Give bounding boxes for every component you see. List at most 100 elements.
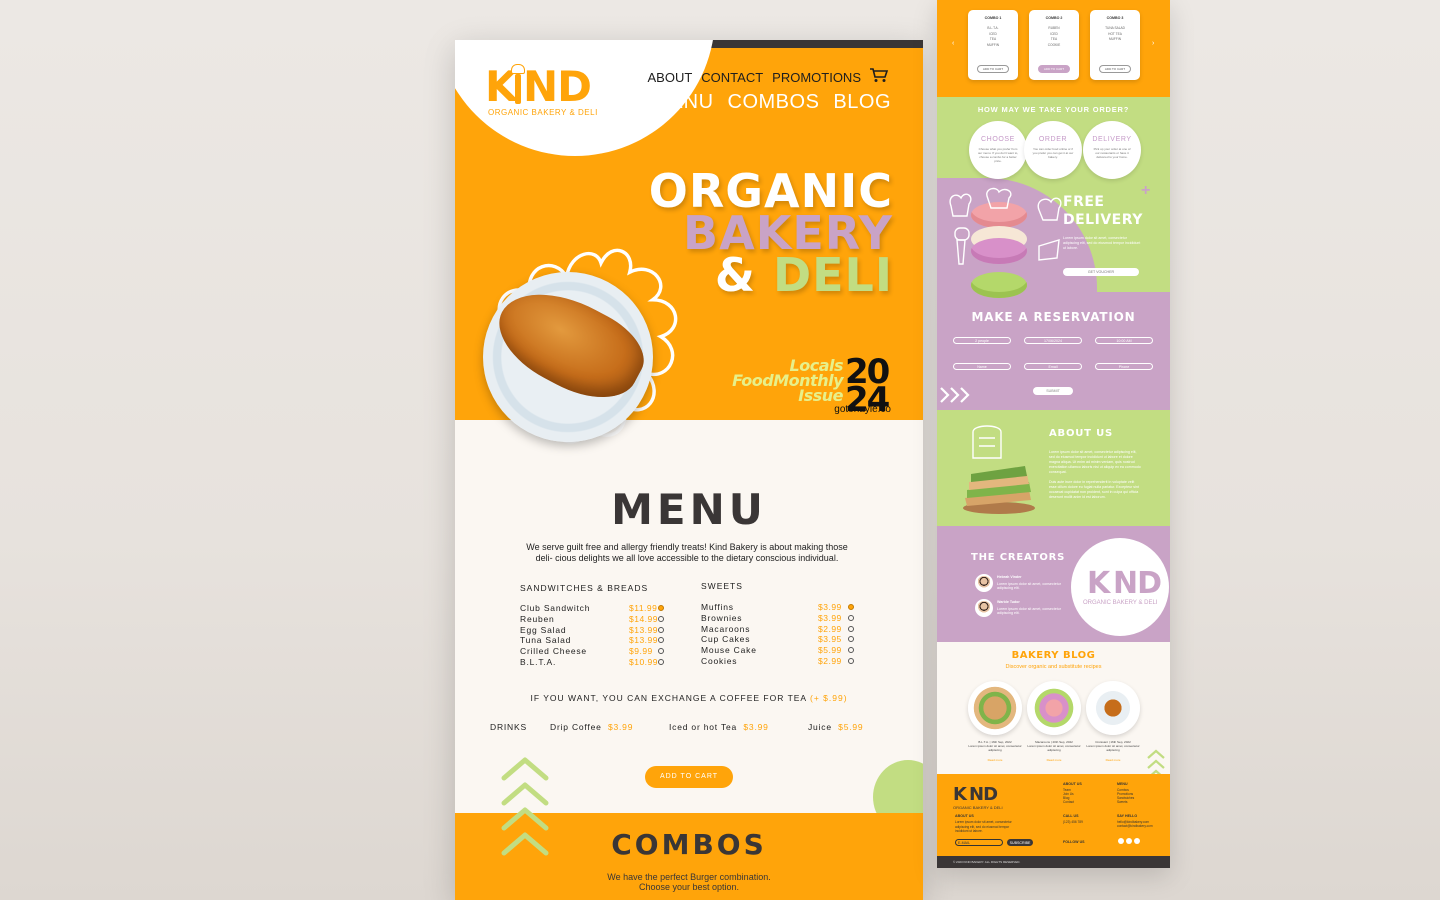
read-more-link[interactable]: Read more [1024, 758, 1084, 762]
menu-item-radio[interactable] [848, 658, 854, 664]
blog-image-blta[interactable] [968, 681, 1022, 735]
footer-follow-heading: FOLLOW US [1063, 840, 1085, 844]
nav-menu[interactable]: MENU [653, 91, 714, 114]
combo-add-to-cart-button[interactable]: ADD TO CART [1099, 65, 1131, 73]
step-choose: CHOOSE Choose what you prefer from our me… [969, 121, 1027, 179]
hero-title-deli: & DELI [715, 248, 893, 302]
drink-item[interactable]: Juice $5.99 [808, 722, 863, 732]
time-input[interactable]: 10:00 AM [1095, 337, 1153, 344]
about-paragraph: Lorem ipsum dolor sit amet, consectetur … [1049, 450, 1141, 474]
email-field[interactable]: Email [1024, 363, 1082, 370]
nav-blog[interactable]: BLOG [833, 91, 891, 114]
read-more-link[interactable]: Read more [1083, 758, 1143, 762]
cart-icon[interactable] [869, 67, 889, 83]
combo-card[interactable]: COMBO 2 RUBEN ICED TEA COOKIE ADD TO CART [1029, 10, 1079, 80]
menu-item-radio[interactable] [658, 637, 664, 644]
creator-desc: Lorem ipsum dolor sit amet, consectetur … [997, 582, 1061, 590]
read-more-link[interactable]: Read more [965, 758, 1025, 762]
issue-url[interactable]: gotohayle.co [834, 404, 891, 415]
get-voucher-button[interactable]: GET VOUCHER [1063, 268, 1139, 276]
combo-card-items: RUBEN ICED TEA COOKIE [1029, 26, 1079, 48]
logo-letters-nd: ND [523, 62, 592, 111]
step-desc: You can order food online or if you pref… [1032, 147, 1074, 159]
nav-about[interactable]: ABOUT [647, 70, 692, 85]
add-to-cart-button[interactable]: ADD TO CART [645, 766, 733, 788]
combo-card-items: TUNA SALAD HOT TEA MUFFIN [1090, 26, 1140, 43]
subscribe-button[interactable]: SUBSCRIBE [1007, 839, 1033, 846]
footer-link[interactable]: Contact [1063, 800, 1074, 805]
combo-card-item: MUFFIN [986, 42, 1000, 47]
free-delivery-title: FREE DELIVERY [1063, 193, 1143, 229]
people-select[interactable]: 2 people [953, 337, 1011, 344]
nav-contact[interactable]: CONTACT [701, 70, 763, 85]
submit-button[interactable]: SUBMIT [1033, 387, 1073, 395]
menu-item-radio[interactable] [658, 626, 664, 633]
issue-line-3: Issue [798, 386, 843, 405]
name-field[interactable]: Name [953, 363, 1011, 370]
date-input[interactable]: 17/06/2024 [1024, 337, 1082, 344]
nav-promotions[interactable]: PROMOTIONS [772, 70, 861, 85]
side-page-preview: ‹ › COMBO 1 B.L.T.A. ICED TEA MUFFIN ADD TO C… [937, 0, 1170, 868]
menu-item-radio[interactable] [658, 615, 664, 622]
menu-item-radio[interactable] [658, 659, 664, 665]
free-delivery-text: Lorem ipsum dolor sit amet, consectetur … [1063, 236, 1141, 250]
step-title: DELIVERY [1092, 136, 1132, 143]
footer-phone[interactable]: (123) 456 789 [1063, 820, 1083, 825]
menu-item-radio[interactable] [848, 636, 854, 643]
main-nav: MENU COMBOS BLOG [653, 91, 891, 114]
chevron-left-icon[interactable]: ‹ [952, 40, 954, 47]
menu-item-name: Reuben [520, 613, 555, 624]
footer-logo[interactable]: K ND ORGANIC BAKERY & DELI [953, 784, 1023, 814]
instagram-icon[interactable] [1118, 838, 1124, 844]
reservation-title: MAKE A RESERVATION [971, 310, 1136, 324]
sweets-heading: SWEETS [701, 581, 743, 591]
combo-card[interactable]: COMBO 1 B.L.T.A. ICED TEA MUFFIN ADD TO CART [968, 10, 1018, 80]
footer-email-input[interactable]: E-MAIL [955, 839, 1003, 846]
combo-card-item: COOKIE [1047, 42, 1061, 47]
menu-item-price: $11.99 [629, 603, 658, 613]
exchange-note: IF YOU WANT, YOU CAN EXCHANGE A COFFEE F… [455, 693, 923, 703]
menu-item-price: $3.95 [818, 634, 842, 645]
menu-item-name: Mouse Cake [701, 645, 757, 656]
menu-item-radio[interactable] [848, 614, 854, 621]
menu-item-radio[interactable] [848, 604, 854, 610]
menu-item-radio[interactable] [848, 647, 854, 654]
drink-item[interactable]: Drip Coffee $3.99 [550, 722, 633, 732]
blog-image-macaroons[interactable] [1027, 681, 1081, 735]
sandwiches-heading: SANDWITCHES & BREADS [520, 583, 649, 593]
footer-email-link[interactable]: contact@kindbakery.com [1117, 824, 1153, 829]
chevron-right-icon[interactable]: › [1152, 40, 1154, 47]
menu-item-radio[interactable] [658, 648, 664, 655]
blog-caption: Macaroons | 20th Sep, 2022 Lorem ipsum do… [1024, 740, 1084, 753]
creators-title: THE CREATORS [971, 552, 1066, 563]
step-delivery: DELIVERY Pick up your order at one of our… [1083, 121, 1141, 179]
nav-combos[interactable]: COMBOS [728, 91, 820, 114]
menu-item-price: $5.99 [818, 645, 842, 656]
blog-image-croissant[interactable] [1086, 681, 1140, 735]
drink-item[interactable]: Iced or hot Tea $3.99 [669, 722, 769, 732]
combo-card[interactable]: COMBO 3 TUNA SALAD HOT TEA MUFFIN ADD TO CAR… [1090, 10, 1140, 80]
combo-add-to-cart-button[interactable]: ADD TO CART [1038, 65, 1070, 73]
menu-item-radio[interactable] [848, 625, 854, 632]
menu-item-name: B.L.T.A. [520, 657, 557, 667]
step-desc: Pick up your order at one of our restaur… [1093, 147, 1131, 159]
step-desc: Choose what you prefer from our menu. If… [977, 147, 1019, 163]
combo-card-items: B.L.T.A. ICED TEA MUFFIN [968, 26, 1018, 48]
exchange-price: (+ $.99) [810, 693, 848, 703]
step-order: ORDER You can order food online or if you… [1024, 121, 1082, 179]
step-title: ORDER [1038, 136, 1068, 143]
combo-add-to-cart-button[interactable]: ADD TO CART [977, 65, 1009, 73]
logo[interactable]: K ND ORGANIC BAKERY & DELI [485, 62, 605, 122]
menu-item-price: $10.99 [629, 657, 658, 667]
menu-title: MENU [611, 485, 767, 534]
footer-link[interactable]: Sweets [1117, 800, 1127, 805]
phone-field[interactable]: Phone [1095, 363, 1153, 370]
menu-item-radio[interactable] [658, 605, 664, 611]
twitter-icon[interactable] [1134, 838, 1140, 844]
drink-price: $3.99 [743, 722, 769, 732]
facebook-icon[interactable] [1126, 838, 1132, 844]
exchange-text: IF YOU WANT, YOU CAN EXCHANGE A COFFEE F… [530, 693, 807, 703]
logo-tagline: ORGANIC BAKERY & DELI [953, 805, 1003, 810]
menu-item-name: Macaroons [701, 623, 751, 634]
hero-ampersand: & [714, 248, 773, 302]
